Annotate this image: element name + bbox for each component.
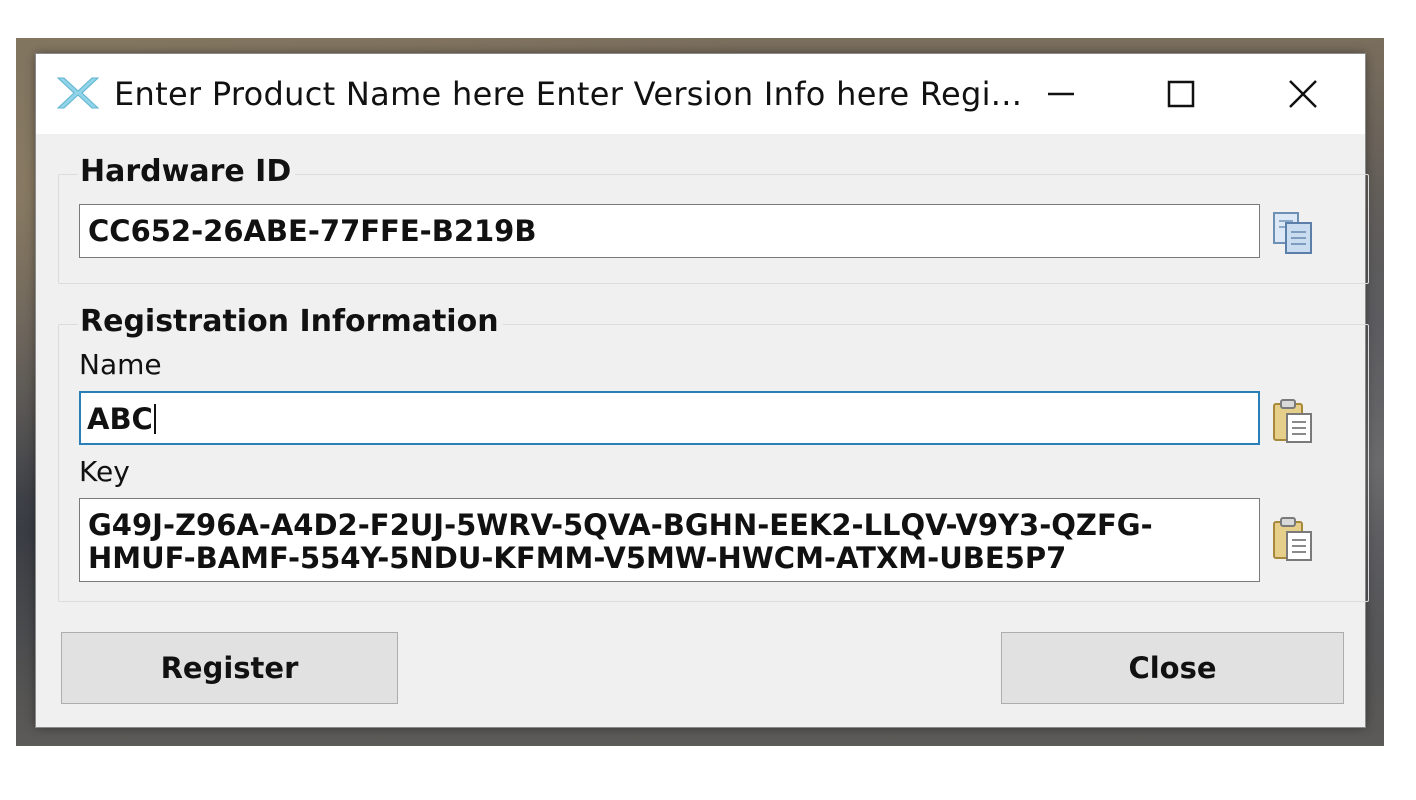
register-button[interactable]: Register (61, 632, 398, 704)
app-icon (56, 76, 100, 110)
minimize-icon (1048, 92, 1074, 96)
title-bar[interactable]: Enter Product Name here Enter Version In… (36, 54, 1365, 134)
close-window-button[interactable] (1273, 70, 1333, 118)
text-caret (153, 404, 156, 434)
registration-info-legend: Registration Information (78, 304, 503, 339)
maximize-icon (1167, 80, 1195, 108)
window-title: Enter Product Name here Enter Version In… (114, 75, 1023, 113)
close-button[interactable]: Close (1001, 632, 1344, 704)
name-label: Name (79, 348, 162, 381)
maximize-button[interactable] (1151, 70, 1211, 118)
key-label: Key (79, 455, 130, 488)
paste-key-icon[interactable] (1271, 516, 1315, 562)
hardware-id-field[interactable]: CC652-26ABE-77FFE-B219B (79, 204, 1260, 258)
key-input[interactable]: G49J-Z96A-A4D2-F2UJ-5WRV-5QVA-BGHN-EEK2-… (79, 498, 1260, 582)
close-icon (1289, 80, 1317, 108)
copy-icon[interactable] (1271, 210, 1315, 256)
hardware-id-legend: Hardware ID (78, 154, 296, 189)
minimize-button[interactable] (1031, 70, 1091, 118)
name-input[interactable]: ABC (79, 391, 1260, 445)
name-input-value: ABC (87, 402, 153, 436)
registration-dialog: Enter Product Name here Enter Version In… (36, 54, 1369, 727)
paste-name-icon[interactable] (1271, 398, 1315, 444)
